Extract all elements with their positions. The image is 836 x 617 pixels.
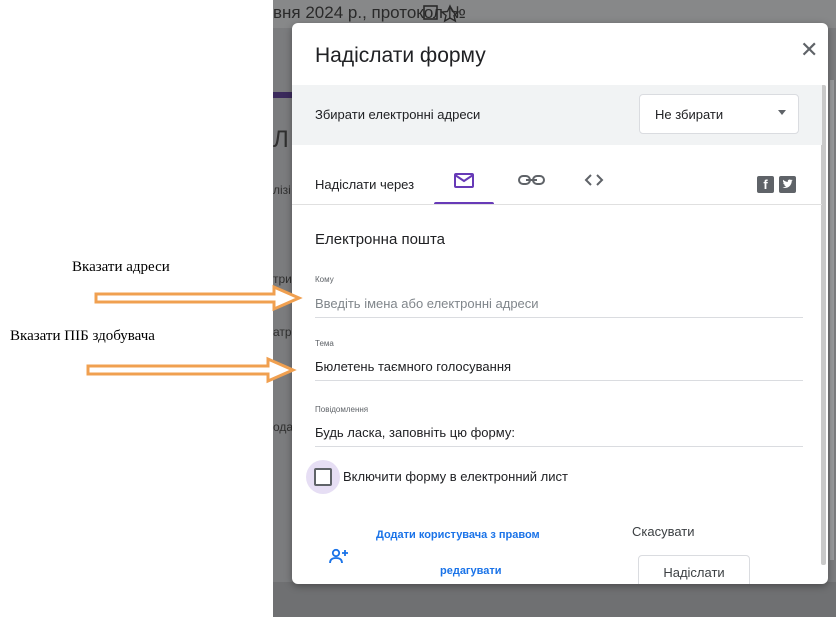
to-field-input[interactable]: Введіть імена або електронні адреси xyxy=(315,296,803,318)
dropdown-caret-icon xyxy=(778,110,786,115)
background-accent xyxy=(273,92,293,98)
annotation-specify-name: Вказати ПІБ здобувача xyxy=(10,328,155,344)
to-field-label: Кому xyxy=(315,275,334,284)
collect-emails-dropdown[interactable]: Не збирати xyxy=(639,94,799,134)
tabs-divider xyxy=(292,204,822,205)
message-field-label: Повідомлення xyxy=(315,405,369,414)
twitter-icon[interactable] xyxy=(779,176,796,193)
link-icon xyxy=(518,175,545,185)
collect-emails-label: Збирати електронні адреси xyxy=(315,107,481,122)
arrow-to-recipients-icon xyxy=(94,284,303,312)
dialog-scrollbar[interactable] xyxy=(821,85,826,565)
arrow-to-subject-icon xyxy=(86,356,297,384)
background-fragment: ода xyxy=(273,420,294,434)
background-fragment: Л xyxy=(273,126,289,153)
include-form-checkbox[interactable] xyxy=(306,460,340,494)
subject-field-input[interactable]: Бюлетень таємного голосування xyxy=(315,359,803,381)
dialog-title: Надіслати форму xyxy=(315,44,486,67)
collect-emails-selected: Не збирати xyxy=(655,107,724,122)
background-scrollbar xyxy=(830,80,834,560)
tab-link[interactable] xyxy=(502,163,562,205)
include-form-label: Включити форму в електронний лист xyxy=(343,469,568,484)
facebook-icon[interactable]: f xyxy=(757,176,774,193)
add-collaborator-link-line2[interactable]: редагувати xyxy=(440,565,502,577)
send-via-label: Надіслати через xyxy=(315,177,415,192)
checkbox-box xyxy=(314,468,332,486)
tab-email[interactable] xyxy=(434,163,494,205)
send-button[interactable]: Надіслати xyxy=(638,555,750,584)
send-button-label: Надіслати xyxy=(663,565,725,580)
envelope-icon xyxy=(454,173,474,188)
folder-star-icons xyxy=(423,4,460,23)
add-person-icon[interactable] xyxy=(328,547,350,565)
tab-embed[interactable] xyxy=(564,163,624,205)
twitter-bird-icon xyxy=(782,179,793,188)
collect-emails-row: Збирати електронні адреси Не збирати xyxy=(292,85,822,145)
email-section-title: Електронна пошта xyxy=(315,231,446,248)
background-fragment: лізі xyxy=(273,183,291,197)
background-fragment: атр xyxy=(273,325,292,339)
message-field-input[interactable]: Будь ласка, заповніть цю форму: xyxy=(315,425,803,447)
code-icon xyxy=(584,174,604,186)
cancel-button[interactable]: Скасувати xyxy=(632,524,695,539)
send-form-dialog: Надіслати форму ✕ Збирати електронні адр… xyxy=(292,23,828,584)
add-collaborator-link[interactable]: Додати користувача з правом xyxy=(376,529,540,541)
annotation-specify-addresses: Вказати адреси xyxy=(72,259,170,275)
close-icon[interactable]: ✕ xyxy=(800,37,818,63)
background-bottom xyxy=(273,582,836,617)
subject-field-label: Тема xyxy=(315,339,334,348)
